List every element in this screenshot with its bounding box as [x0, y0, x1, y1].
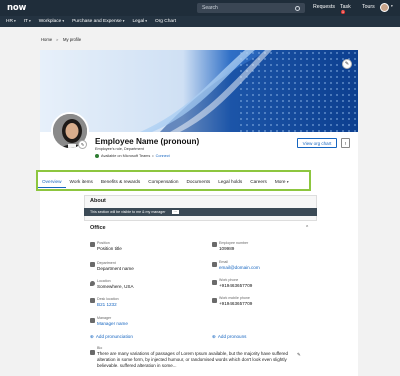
profile-banner — [40, 50, 358, 132]
work-phone-value: +919463657709 — [219, 283, 253, 288]
nav-label: Legal — [132, 19, 145, 24]
location-pin-icon — [90, 281, 95, 286]
visibility-bar: This section will be visible to me & my … — [84, 208, 317, 216]
nav-label: IT — [23, 19, 28, 24]
chevron-down-icon: ▾ — [286, 179, 289, 184]
location-label: Location — [97, 279, 111, 283]
tab-compensation[interactable]: Compensation — [148, 179, 178, 184]
search-placeholder: Search — [202, 5, 218, 11]
nav-item-it[interactable]: IT▾ — [24, 19, 31, 24]
employee-number-label: Employee number — [219, 241, 249, 245]
requests-link[interactable]: Requests — [313, 4, 335, 10]
search-input[interactable]: Search — [197, 3, 305, 13]
nav-label: Org Chart — [154, 19, 177, 24]
lock-icon: ⋯ — [171, 210, 179, 214]
desk-icon — [90, 298, 95, 303]
search-icon[interactable] — [295, 5, 300, 11]
work-mobile-value: +919463657709 — [219, 301, 253, 306]
email-icon — [212, 262, 217, 267]
add-pronunciation-button[interactable]: ⊕ Add pronunciation — [90, 334, 133, 340]
breadcrumb-current: My profile — [63, 37, 82, 42]
separator: • — [152, 154, 154, 158]
plus-icon: ⊕ — [90, 334, 94, 339]
chevron-down-icon: ▾ — [28, 19, 31, 23]
add-pronunciation-label: Add pronunciation — [95, 334, 133, 339]
pencil-icon: ✎ — [80, 142, 85, 147]
manager-icon — [90, 318, 95, 323]
presence-status: Available on Microsoft Teams • Connect — [95, 154, 170, 158]
tab-more-label: More — [274, 178, 286, 184]
department-value: Department name — [97, 266, 134, 271]
visibility-note: This section will be visible to me & my … — [90, 210, 166, 214]
position-label: Position — [97, 241, 110, 245]
add-pronouns-button[interactable]: ⊕ Add pronouns — [212, 334, 246, 340]
position-value: Position title — [97, 246, 122, 251]
more-actions-button[interactable]: ! — [341, 138, 350, 148]
main-nav: HR▾ IT▾ Workplace▾ Purchase and Expense▾… — [0, 16, 400, 27]
banner-graphic — [40, 50, 358, 132]
employee-role: Employee's role, Department — [95, 147, 144, 151]
location-value: Somewhere, USA — [97, 284, 134, 289]
edit-banner-button[interactable]: ✎ — [342, 59, 352, 69]
add-pronouns-label: Add pronouns — [217, 334, 247, 339]
nav-label: HR — [6, 19, 13, 24]
bio-icon — [90, 350, 95, 355]
profile-tabs: Overview Work items Benefits & rewards C… — [38, 176, 297, 188]
edit-bio-icon[interactable]: ✎ — [297, 352, 301, 358]
chevron-up-icon[interactable]: ⌃ — [305, 225, 309, 231]
chevron-down-icon: ▾ — [13, 19, 16, 23]
view-org-chart-button[interactable]: View org chart — [297, 138, 337, 148]
nav-label: Purchase and Expense — [72, 19, 122, 24]
tab-overview[interactable]: Overview — [38, 179, 66, 188]
chevron-down-icon: ▾ — [145, 19, 147, 23]
bio-label: Bio — [97, 346, 103, 350]
bio-text: There are many variations of passages of… — [97, 351, 289, 368]
tab-careers[interactable]: Careers — [250, 179, 267, 184]
status-text: Available on Microsoft Teams — [101, 154, 151, 158]
tours-link[interactable]: Tours — [362, 4, 375, 10]
nav-item-hr[interactable]: HR▾ — [6, 19, 16, 24]
available-icon — [95, 154, 99, 158]
office-title: Office — [90, 225, 106, 231]
email-value[interactable]: email@domain.com — [219, 265, 260, 270]
breadcrumb-home[interactable]: Home — [41, 37, 52, 42]
chevron-down-icon[interactable]: ▾ — [391, 4, 393, 8]
phone-icon — [212, 280, 217, 285]
department-icon — [90, 262, 95, 267]
about-title: About — [90, 198, 106, 204]
tab-work-items[interactable]: Work items — [70, 179, 93, 184]
task-badge: 1 — [341, 10, 345, 14]
chevron-down-icon: ▾ — [122, 19, 125, 23]
nav-item-purchase[interactable]: Purchase and Expense▾ — [72, 19, 124, 24]
tab-benefits-rewards[interactable]: Benefits & rewards — [101, 179, 140, 184]
edit-photo-button[interactable]: ✎ — [78, 140, 87, 149]
manager-label: Manager — [97, 316, 112, 320]
manager-value[interactable]: Manager name — [97, 321, 128, 326]
id-badge-icon — [212, 242, 217, 247]
email-label: Email — [219, 260, 228, 264]
tab-legal-holds[interactable]: Legal holds — [218, 179, 242, 184]
chevron-down-icon: ▾ — [62, 19, 65, 23]
desk-location-value[interactable]: B21 1232 — [97, 302, 117, 307]
nav-label: Workplace — [38, 19, 62, 24]
desk-location-label: Desk location — [97, 297, 119, 301]
nav-item-workplace[interactable]: Workplace▾ — [39, 19, 64, 24]
nav-item-legal[interactable]: Legal▾ — [132, 19, 147, 24]
employee-name: Employee Name (pronoun) — [95, 137, 200, 146]
department-label: Department — [97, 261, 116, 265]
tab-more[interactable]: More ▾ — [275, 179, 289, 184]
plus-icon: ⊕ — [212, 334, 216, 339]
employee-number-value: 109989 — [219, 246, 235, 251]
briefcase-icon — [90, 242, 95, 247]
nav-item-org-chart[interactable]: Org Chart — [155, 19, 176, 24]
work-phone-label: Work phone — [219, 278, 239, 282]
connect-link[interactable]: Connect — [156, 154, 170, 158]
pencil-icon: ✎ — [344, 61, 350, 67]
app-logo[interactable]: now — [7, 3, 26, 13]
breadcrumb-separator: > — [56, 37, 59, 42]
work-mobile-label: Work mobile phone — [219, 296, 250, 300]
mobile-icon — [212, 298, 217, 303]
tab-documents[interactable]: Documents — [186, 179, 210, 184]
user-avatar[interactable] — [380, 3, 389, 12]
